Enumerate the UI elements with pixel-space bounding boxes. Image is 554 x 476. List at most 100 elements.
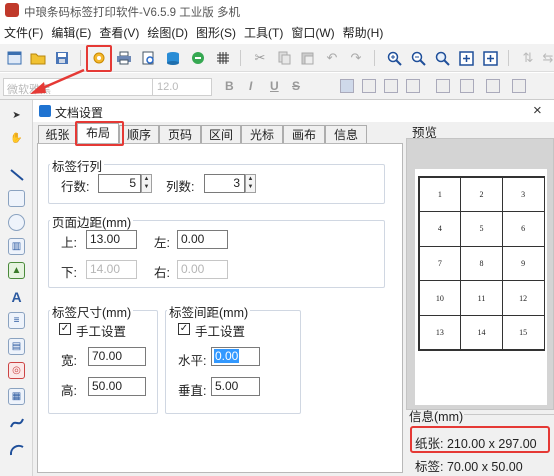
tab-cursor[interactable]: 光标 <box>241 125 283 144</box>
preview-cell: 1 <box>418 176 462 213</box>
paste-icon[interactable] <box>298 48 318 68</box>
preview-cell: 15 <box>501 314 545 351</box>
text-icon[interactable]: A <box>8 288 25 305</box>
info-title: 信息(mm) <box>409 410 464 424</box>
serial-icon[interactable]: ▤ <box>8 338 25 355</box>
highlight-layout-tab <box>75 121 124 146</box>
vertical-text-icon[interactable] <box>486 79 500 93</box>
align-left-icon[interactable] <box>340 79 354 93</box>
bold-button[interactable]: B <box>225 79 234 93</box>
italic-button[interactable]: I <box>249 79 252 93</box>
curve-icon[interactable] <box>8 414 25 431</box>
margin-left-label: 左: <box>154 236 170 250</box>
align-right-icon[interactable] <box>384 79 398 93</box>
margin-right-input[interactable]: 0.00 <box>177 260 228 279</box>
save-icon[interactable] <box>52 48 72 68</box>
line-icon[interactable] <box>8 166 25 183</box>
open-icon[interactable] <box>28 48 48 68</box>
font-size-select[interactable]: 12.0 <box>152 78 212 96</box>
line-spacing-icon[interactable] <box>436 79 450 93</box>
align-icon[interactable]: ⇅ <box>518 48 538 68</box>
pointer-icon[interactable]: ➤ <box>8 107 25 124</box>
cols-input[interactable]: 3 <box>204 174 245 193</box>
close-icon[interactable]: × <box>533 102 542 119</box>
zoom-in-icon[interactable] <box>384 48 404 68</box>
tab-range[interactable]: 区间 <box>201 125 241 144</box>
print-preview-icon[interactable] <box>139 48 159 68</box>
distribute-icon[interactable]: ⇆ <box>538 48 554 68</box>
rows-input[interactable]: 5 <box>98 174 141 193</box>
strikethrough-button[interactable]: S <box>292 79 300 93</box>
preview-cell: 13 <box>418 314 462 351</box>
info-divider <box>464 414 554 415</box>
gap-vertical-input[interactable]: 5.00 <box>211 377 260 396</box>
rows-cols-legend: 标签行列 <box>50 156 105 175</box>
menu-window[interactable]: 窗口(W) <box>287 24 338 41</box>
rectangle-icon[interactable] <box>8 190 25 207</box>
hand-icon[interactable]: ✋ <box>8 130 25 147</box>
gap-vertical-label: 垂直: <box>178 384 207 398</box>
label-gap-manual-checkbox[interactable]: ✓ <box>178 323 190 335</box>
char-spacing-icon[interactable] <box>460 79 474 93</box>
label-size-legend: 标签尺寸(mm) <box>50 302 134 321</box>
highlight-paper-size <box>410 426 550 453</box>
layout-tab-panel: 标签行列 行数: 5 ▲ ▼ 列数: 3 ▲ ▼ 页面边距(mm) 上: 13.00… <box>37 143 403 473</box>
undo-icon[interactable]: ↶ <box>322 48 342 68</box>
text-wrap-icon[interactable] <box>512 79 526 93</box>
dialog-title: 文档设置 <box>55 106 104 120</box>
image-icon[interactable]: ▲ <box>8 262 25 279</box>
label-size-manual-label: 手工设置 <box>76 325 127 339</box>
margin-top-input[interactable]: 13.00 <box>86 230 137 249</box>
menu-shape[interactable]: 图形(S) <box>192 24 240 41</box>
preview-cell: 4 <box>418 211 462 247</box>
barcode-icon[interactable]: ▥ <box>8 238 25 255</box>
cols-spinner[interactable]: ▲ ▼ <box>245 174 256 193</box>
tab-paper[interactable]: 纸张 <box>38 125 77 144</box>
new-icon[interactable] <box>4 48 24 68</box>
preview-cell: 5 <box>460 211 503 247</box>
dialog-icon <box>39 105 51 117</box>
align-center-icon[interactable] <box>362 79 376 93</box>
tab-canvas[interactable]: 画布 <box>283 125 325 144</box>
zoom-page-icon[interactable] <box>456 48 476 68</box>
align-justify-icon[interactable] <box>406 79 420 93</box>
font-family-select[interactable]: 微软雅黑 <box>3 78 158 96</box>
cut-icon[interactable]: ✂ <box>250 48 270 68</box>
print-icon[interactable] <box>114 48 134 68</box>
label-size-manual-checkbox[interactable]: ✓ <box>59 323 71 335</box>
info-label-size: 标签: 70.00 x 50.00 <box>415 460 523 474</box>
menu-tools[interactable]: 工具(T) <box>240 24 287 41</box>
gap-horizontal-input[interactable]: 0.00 <box>211 347 260 366</box>
qrcode-icon[interactable]: ▦ <box>8 388 25 405</box>
shape-icon[interactable]: ◎ <box>8 362 25 379</box>
grid-icon[interactable] <box>213 48 233 68</box>
zoom-width-icon[interactable] <box>480 48 500 68</box>
copy-icon[interactable] <box>274 48 294 68</box>
preview-cell: 8 <box>460 245 503 282</box>
window-title: 中琅条码标签打印软件-V6.5.9 工业版 多机 <box>24 7 240 19</box>
connect-icon[interactable] <box>188 48 208 68</box>
redo-icon[interactable]: ↷ <box>346 48 366 68</box>
tab-page-number[interactable]: 页码 <box>159 125 201 144</box>
tab-info[interactable]: 信息 <box>325 125 367 144</box>
margin-left-input[interactable]: 0.00 <box>177 230 228 249</box>
menu-help[interactable]: 帮助(H) <box>339 24 388 41</box>
format-bar: 微软雅黑 12.0 B I U S <box>0 73 554 100</box>
database-icon[interactable] <box>163 48 183 68</box>
preview-cell: 7 <box>418 245 462 282</box>
rows-spinner[interactable]: ▲ ▼ <box>141 174 152 193</box>
zoom-fit-icon[interactable] <box>432 48 452 68</box>
zoom-out-icon[interactable] <box>408 48 428 68</box>
menu-view[interactable]: 查看(V) <box>95 24 143 41</box>
menu-file[interactable]: 文件(F) <box>0 24 47 41</box>
ellipse-icon[interactable] <box>8 214 25 231</box>
label-width-input[interactable]: 70.00 <box>88 347 146 366</box>
margin-bottom-input[interactable]: 14.00 <box>86 260 137 279</box>
tab-order[interactable]: 顺序 <box>119 125 159 144</box>
underline-button[interactable]: U <box>270 79 279 93</box>
menu-edit[interactable]: 编辑(E) <box>47 24 95 41</box>
label-height-input[interactable]: 50.00 <box>88 377 146 396</box>
menu-draw[interactable]: 绘图(D) <box>143 24 192 41</box>
paragraph-icon[interactable]: ≡ <box>8 312 25 329</box>
arc-icon[interactable] <box>8 440 25 457</box>
